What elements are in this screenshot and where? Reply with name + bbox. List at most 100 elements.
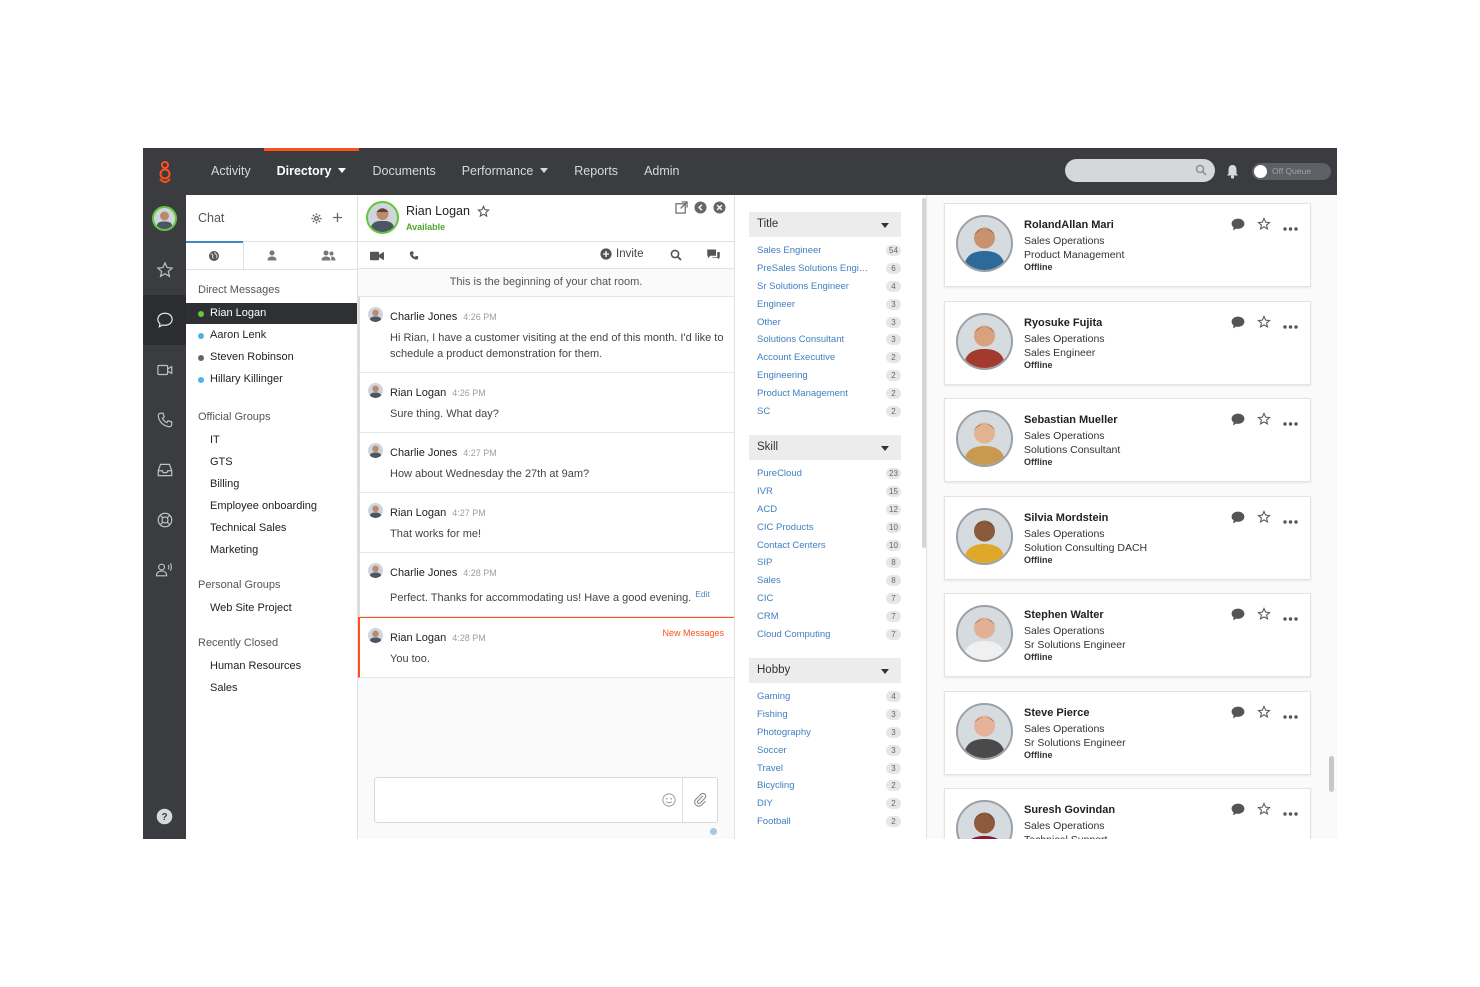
filter-option-name[interactable]: Photography: [757, 727, 811, 738]
filter-header-title[interactable]: Title: [749, 212, 901, 237]
user-avatar[interactable]: [152, 206, 177, 231]
filter-option[interactable]: Sr Solutions Engineer 4: [749, 278, 901, 296]
chat-bubble-icon[interactable]: [1231, 316, 1245, 334]
filter-option-name[interactable]: ACD: [757, 504, 777, 515]
favorites-nav[interactable]: [143, 245, 186, 295]
message-avatar[interactable]: [368, 503, 383, 518]
search-messages-icon[interactable]: [670, 249, 682, 261]
more-options-icon[interactable]: [1283, 803, 1298, 821]
filter-option-name[interactable]: DIY: [757, 798, 773, 809]
filter-option[interactable]: SC 2: [749, 402, 901, 420]
filters-scrollbar[interactable]: [922, 198, 926, 548]
help-nav[interactable]: ?: [143, 791, 186, 839]
more-options-icon[interactable]: [1283, 413, 1298, 431]
direct-message-aaron-lenk[interactable]: Aaron Lenk: [186, 325, 357, 346]
favorite-star-icon[interactable]: [1257, 217, 1271, 236]
filter-option[interactable]: PureCloud 23: [749, 465, 901, 483]
invite-button[interactable]: Invite: [600, 248, 644, 260]
filter-option-name[interactable]: Soccer: [757, 745, 787, 756]
nav-item-reports[interactable]: Reports: [561, 148, 631, 195]
filter-option-name[interactable]: Solutions Consultant: [757, 334, 844, 345]
video-nav[interactable]: [143, 345, 186, 395]
add-chat-plus-icon[interactable]: [332, 212, 343, 223]
tab-group-chats[interactable]: [300, 242, 357, 269]
composer-help-icon[interactable]: [710, 828, 717, 835]
filter-option[interactable]: Football 2: [749, 813, 901, 831]
favorite-star-icon[interactable]: [1257, 802, 1271, 821]
favorite-star-icon[interactable]: [1257, 510, 1271, 529]
person-name[interactable]: Silvia Mordstein: [1024, 512, 1108, 524]
nav-item-activity[interactable]: Activity: [198, 148, 264, 195]
genesys-logo-icon[interactable]: [153, 160, 177, 184]
favorite-star-icon[interactable]: [477, 205, 490, 218]
filter-option[interactable]: ACD 12: [749, 501, 901, 519]
filter-option[interactable]: PreSales Solutions Engin... 6: [749, 260, 901, 278]
favorite-star-icon[interactable]: [1257, 412, 1271, 431]
person-name[interactable]: Stephen Walter: [1024, 609, 1104, 621]
direct-message-steven-robinson[interactable]: Steven Robinson: [186, 347, 357, 368]
official-group-billing[interactable]: Billing: [186, 474, 357, 495]
person-name[interactable]: Suresh Govindan: [1024, 804, 1115, 816]
message-author[interactable]: Charlie Jones: [390, 311, 457, 323]
filter-option[interactable]: Soccer 3: [749, 741, 901, 759]
support-nav[interactable]: [143, 495, 186, 545]
chat-nav[interactable]: [143, 295, 186, 345]
more-options-icon[interactable]: [1283, 218, 1298, 236]
filter-option[interactable]: Gaming 4: [749, 688, 901, 706]
filter-option[interactable]: Cloud Computing 7: [749, 625, 901, 643]
filter-option-name[interactable]: CIC: [757, 593, 773, 604]
filter-option[interactable]: Sales 8: [749, 572, 901, 590]
filter-option[interactable]: Solutions Consultant 3: [749, 331, 901, 349]
video-call-icon[interactable]: [370, 251, 384, 261]
close-circle-icon[interactable]: [713, 201, 726, 214]
filter-option[interactable]: Photography 3: [749, 724, 901, 742]
chat-bubble-icon[interactable]: [1231, 706, 1245, 724]
direct-message-rian-logan[interactable]: Rian Logan: [186, 303, 357, 324]
filter-option-name[interactable]: IVR: [757, 486, 773, 497]
filter-option-name[interactable]: Travel: [757, 763, 783, 774]
message-input[interactable]: [374, 777, 718, 823]
personal-group-web-site-project[interactable]: Web Site Project: [186, 598, 357, 619]
chat-bubble-icon[interactable]: [1231, 803, 1245, 821]
filter-option[interactable]: CIC Products 10: [749, 518, 901, 536]
message-author[interactable]: Rian Logan: [390, 507, 446, 519]
filter-option-name[interactable]: Sales: [757, 575, 781, 586]
person-card[interactable]: Steve Pierce Sales Operations Sr Solutions…: [944, 691, 1311, 775]
filter-option-name[interactable]: Account Executive: [757, 352, 835, 363]
official-group-technical-sales[interactable]: Technical Sales: [186, 518, 357, 539]
direct-message-hillary-killinger[interactable]: Hillary Killinger: [186, 369, 357, 390]
search-input[interactable]: [1065, 159, 1215, 182]
person-avatar[interactable]: [956, 508, 1013, 565]
filter-option[interactable]: Account Executive 2: [749, 349, 901, 367]
nav-item-admin[interactable]: Admin: [631, 148, 692, 195]
person-name[interactable]: Ryosuke Fujita: [1024, 317, 1102, 329]
filter-option-name[interactable]: SC: [757, 406, 770, 417]
official-group-employee-onboarding[interactable]: Employee onboarding: [186, 496, 357, 517]
nav-item-performance[interactable]: Performance: [449, 148, 562, 195]
message-avatar[interactable]: [368, 383, 383, 398]
tab-people-chats[interactable]: [244, 242, 301, 269]
phone-nav[interactable]: [143, 395, 186, 445]
chat-bubble-icon[interactable]: [1231, 413, 1245, 431]
inbox-nav[interactable]: [143, 445, 186, 495]
message-author[interactable]: Rian Logan: [390, 632, 446, 644]
filter-option-name[interactable]: Football: [757, 816, 791, 827]
person-avatar[interactable]: [956, 800, 1013, 839]
more-options-icon[interactable]: [1283, 316, 1298, 334]
filter-header-hobby[interactable]: Hobby: [749, 657, 901, 683]
conversation-avatar[interactable]: [366, 201, 399, 234]
recently-closed-item-human-resources[interactable]: Human Resources: [186, 656, 357, 677]
filter-option[interactable]: Travel 3: [749, 759, 901, 777]
filter-option[interactable]: Contact Centers 10: [749, 536, 901, 554]
filter-option[interactable]: Bicycling 2: [749, 777, 901, 795]
filter-option-name[interactable]: Gaming: [757, 691, 790, 702]
filter-option-name[interactable]: Sales Engineer: [757, 245, 821, 256]
filter-option[interactable]: Other 3: [749, 313, 901, 331]
people-scrollbar[interactable]: [1329, 756, 1334, 792]
person-card[interactable]: Stephen Walter Sales Operations Sr Solutio…: [944, 593, 1311, 677]
filter-option-name[interactable]: PureCloud: [757, 468, 802, 479]
favorite-star-icon[interactable]: [1257, 315, 1271, 334]
edit-message-link[interactable]: Edit: [695, 589, 710, 599]
filter-option[interactable]: CIC 7: [749, 590, 901, 608]
person-card[interactable]: Sebastian Mueller Sales Operations Solutio…: [944, 398, 1311, 482]
